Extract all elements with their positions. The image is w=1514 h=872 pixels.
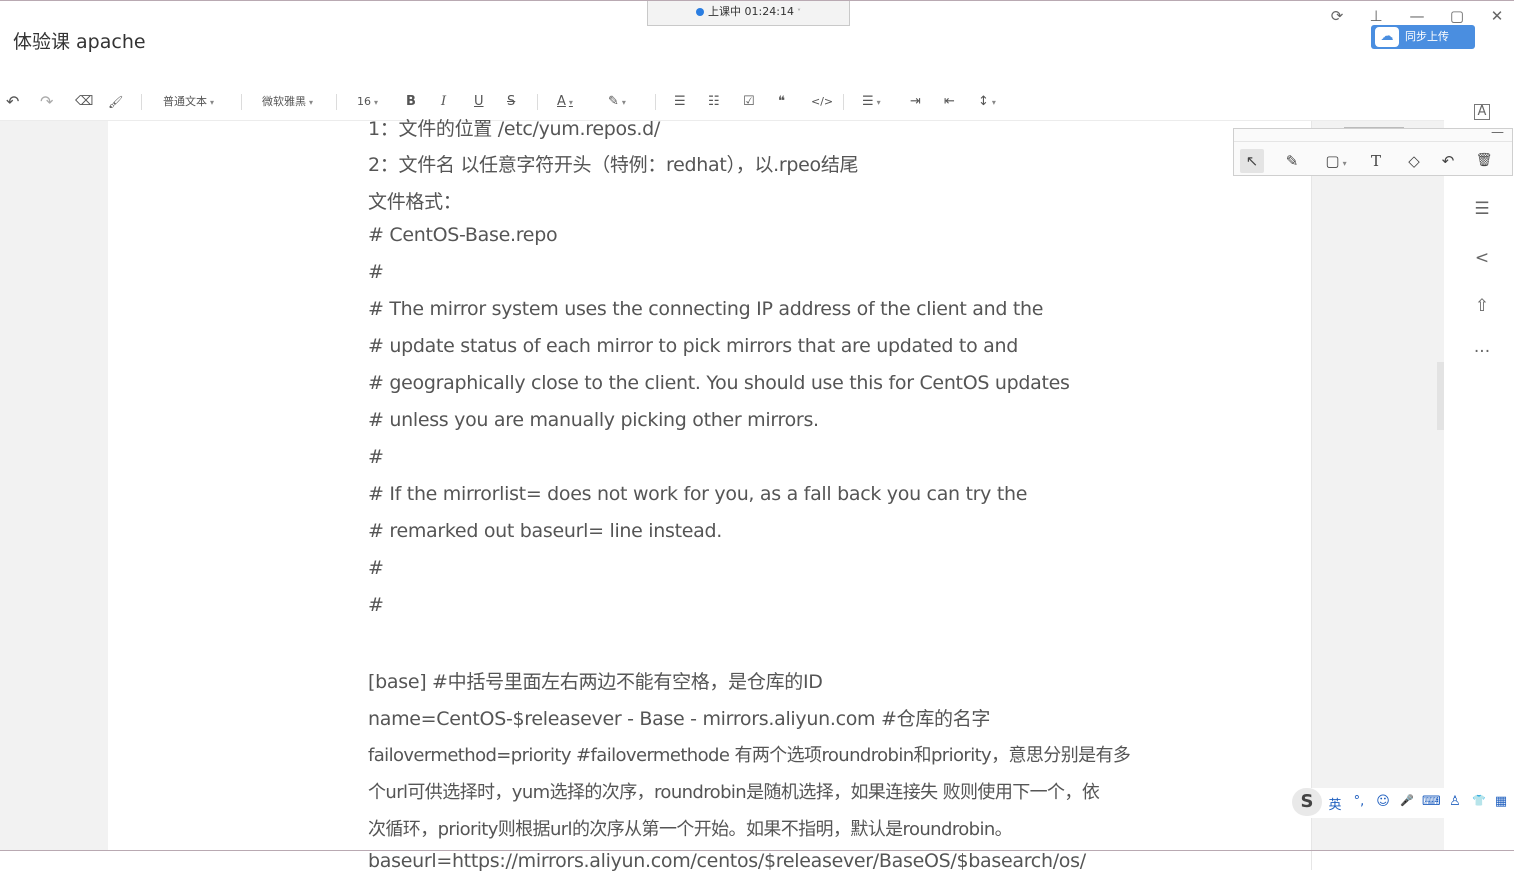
close-button[interactable]: ✕ (1487, 7, 1507, 25)
ime-skin-icon[interactable]: 👕 (1470, 794, 1488, 807)
eraser-tool-icon[interactable]: ◇ (1402, 149, 1426, 173)
doc-line-2: 2：文件名 以任意字符开头（特例：redhat），以.rpeo结尾 (368, 154, 859, 176)
drag-grip[interactable] (1344, 127, 1404, 132)
cloud-sync-button[interactable]: ☁ 同步上传 (1371, 25, 1475, 49)
chevron-down-icon: ˅ (796, 8, 801, 17)
timer-text: 上课中 01:24:14 (708, 5, 794, 18)
toolbar-region (0, 80, 1514, 121)
doc-line-9: # unless you are manually picking other … (368, 409, 819, 431)
doc-line-6: # The mirror system uses the connecting … (368, 298, 1044, 320)
doc-line-5: # (368, 261, 384, 283)
doc-line-20: 次循环，priority则根据url的次序从第一个开始。如果不指明，默认是rou… (368, 819, 1013, 840)
ime-user-icon[interactable]: ♙ (1446, 794, 1464, 809)
pin-icon[interactable]: ⊥ (1366, 7, 1386, 25)
annotation-toolbar: — ↖ ✎ ▢ ▾ T ◇ ↶ 🗑 (1233, 125, 1513, 176)
export-icon[interactable]: ⇧ (1472, 296, 1492, 316)
ime-tools-icon[interactable]: ▦ (1492, 794, 1510, 809)
doc-line-16: [base] #中括号里面左右两边不能有空格，是仓库的ID (368, 671, 823, 693)
document-info-icon[interactable]: ☰ (1472, 199, 1492, 219)
doc-line-3: 文件格式： (368, 191, 462, 213)
doc-line-4: # CentOS-Base.repo (368, 224, 558, 246)
share-icon[interactable]: < (1472, 248, 1492, 268)
doc-line-8: # geographically close to the client. Yo… (368, 372, 1070, 394)
sogou-logo-icon[interactable]: S (1292, 788, 1322, 816)
doc-line-19: 个url可供选择时，yum选择的次序，roundrobin是随机选择，如果连接失… (368, 782, 1100, 803)
recording-dot-icon (696, 8, 705, 16)
page-edge (1311, 121, 1312, 870)
doc-line-12: # remarked out baseurl= line instead. (368, 520, 722, 542)
annotation-toolbar-handle[interactable]: — (1234, 125, 1512, 142)
doc-line-7: # update status of each mirror to pick m… (368, 335, 1018, 357)
app-title: 体验课 apache (13, 31, 146, 53)
minimize-icon[interactable]: — (1491, 125, 1504, 140)
text-tool-icon[interactable]: T (1364, 149, 1388, 173)
ime-voice-icon[interactable]: 🎤 (1398, 794, 1416, 807)
ime-emoji-icon[interactable]: ☺ (1374, 794, 1392, 809)
undo-tool-icon[interactable]: ↶ (1436, 149, 1460, 173)
window-bottom-border (0, 850, 1514, 851)
doc-line-21: baseurl=https://mirrors.aliyun.com/cento… (368, 850, 1086, 872)
rectangle-tool-icon[interactable]: ▢ ▾ (1320, 149, 1352, 173)
ime-language-toggle[interactable]: 英 (1326, 794, 1344, 813)
more-icon[interactable]: ··· (1472, 342, 1492, 362)
ime-toolbar: S 英 °, ☺ 🎤 ⌨ ♙ 👕 ▦ (1292, 788, 1514, 818)
doc-line-10: # (368, 446, 384, 468)
maximize-button[interactable]: ▢ (1447, 7, 1467, 25)
select-tool-icon[interactable]: ↖ (1240, 149, 1264, 173)
title-bar: 体验课 apache 上课中 01:24:14 ˅ ⟳ ⊥ — ▢ ✕ ☁ 同步上传 (0, 0, 1514, 80)
outline-icon[interactable]: A (1474, 104, 1490, 120)
doc-line-17: name=CentOS-$releasever - Base - mirrors… (368, 708, 991, 730)
minimize-button[interactable]: — (1407, 7, 1427, 25)
class-timer[interactable]: 上课中 01:24:14 ˅ (647, 1, 850, 26)
scrollbar-thumb[interactable] (1437, 362, 1444, 430)
rectangle-icon: ▢ (1325, 152, 1340, 170)
chevron-down-icon: ▾ (1342, 159, 1347, 168)
doc-line-14: # (368, 594, 384, 616)
cloud-icon: ☁ (1375, 27, 1399, 47)
delete-tool-icon[interactable]: 🗑 (1472, 149, 1496, 173)
refresh-icon[interactable]: ⟳ (1327, 7, 1347, 25)
doc-line-18: failovermethod=priority #failovermethode… (368, 745, 1131, 766)
cloud-sync-label: 同步上传 (1405, 30, 1449, 43)
ime-keyboard-icon[interactable]: ⌨ (1422, 794, 1441, 809)
doc-line-13: # (368, 557, 384, 579)
doc-line-11: # If the mirrorlist= does not work for y… (368, 483, 1028, 505)
pen-tool-icon[interactable]: ✎ (1280, 149, 1304, 173)
ime-punctuation-icon[interactable]: °, (1350, 794, 1368, 809)
